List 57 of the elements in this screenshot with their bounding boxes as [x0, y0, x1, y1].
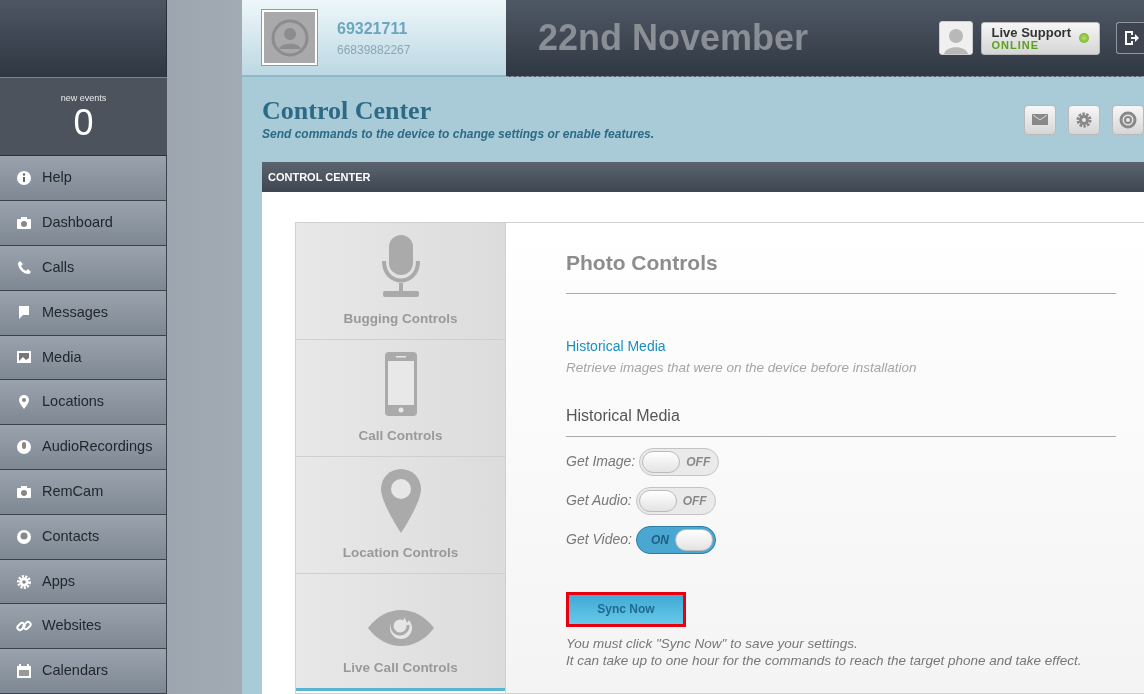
toggle-label: Get Audio:	[566, 491, 632, 511]
online-status-dot	[1079, 33, 1089, 43]
page-subtitle: Send commands to the device to change settings or enable features.	[262, 125, 655, 143]
calendar-icon	[16, 663, 32, 680]
note-text: It can take up to one hour for the commands to reach the target phone and take effect.	[566, 651, 1083, 669]
phone-icon	[16, 259, 32, 276]
camera-icon	[16, 215, 32, 232]
toggle-switch[interactable]: OFF	[639, 447, 720, 476]
picture-icon	[16, 349, 32, 366]
info-icon	[16, 170, 32, 187]
toggle-label: Get Image:	[566, 452, 636, 472]
gear-icon	[1075, 110, 1093, 129]
sync-now-button[interactable]: Sync Now	[566, 591, 686, 627]
smartphone-icon	[384, 351, 417, 416]
camera-icon	[16, 483, 32, 500]
sidebar-item[interactable]: Contacts	[0, 514, 167, 560]
sidebar-item[interactable]: Help	[0, 156, 167, 202]
avatar-placeholder	[262, 10, 317, 65]
speech-bubble-icon	[16, 304, 32, 321]
map-pin-icon	[380, 468, 421, 533]
logout-button[interactable]	[1116, 22, 1144, 54]
sidebar-item[interactable]: Messages	[0, 290, 167, 336]
gear-icon	[16, 573, 32, 590]
new-events-label: new events	[60, 91, 107, 105]
sidebar-item[interactable]: Locations	[0, 380, 167, 426]
page-title: Control Center	[262, 96, 433, 125]
envelope-icon	[1032, 114, 1048, 125]
sidebar-item[interactable]: Dashboard	[0, 201, 167, 246]
panel-title: CONTROL CENTER	[262, 162, 1144, 192]
date-text: 22nd November	[538, 16, 809, 60]
section-title: Photo Controls	[566, 247, 1116, 294]
link-description: Retrieve images that were on the device before installation	[566, 358, 918, 377]
toggle-label: Get Video:	[566, 530, 632, 550]
sidebar-item[interactable]: RemCam	[0, 470, 167, 515]
map-pin-icon	[16, 394, 32, 411]
support-avatar	[938, 21, 973, 55]
message-button[interactable]	[1024, 104, 1056, 135]
email-button[interactable]	[1112, 104, 1144, 135]
new-events-count: 0	[73, 105, 94, 142]
sidebar-item[interactable]: Websites	[0, 604, 167, 650]
sidebar-item[interactable]: Calendars	[0, 649, 167, 694]
logout-icon	[1122, 30, 1139, 46]
settings-button[interactable]	[1068, 104, 1100, 135]
sidebar-item[interactable]: Calls	[0, 245, 167, 291]
sidebar-item[interactable]: AudioRecordings	[0, 425, 167, 470]
device-number: 66839882267	[337, 41, 411, 59]
sidebar-item[interactable]: Apps	[0, 559, 167, 605]
live-support-button[interactable]: Live Support ONLINE	[980, 21, 1100, 55]
microphone-icon	[16, 439, 32, 456]
toggle-switch[interactable]: ON	[635, 525, 716, 554]
eye-icon	[367, 607, 434, 648]
historical-media-link[interactable]: Historical Media	[566, 335, 666, 357]
subsection-title: Historical Media	[566, 377, 1116, 437]
toggle-switch[interactable]: OFF	[635, 486, 716, 515]
device-name: 69321711	[337, 18, 409, 39]
note-text: You must click "Sync Now" to save your settings.	[566, 634, 859, 652]
sidebar-item[interactable]: Media	[0, 335, 167, 381]
